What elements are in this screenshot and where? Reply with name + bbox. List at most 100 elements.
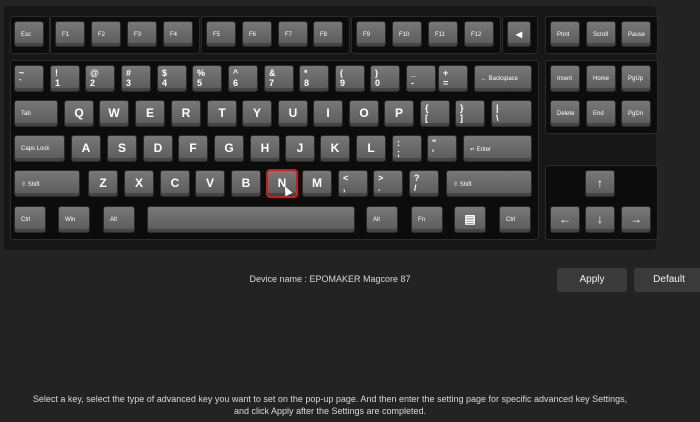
key-rctrl[interactable]: Ctrl [499,206,531,233]
key-f9[interactable]: F9 [356,21,386,47]
key-r[interactable]: R [171,100,201,127]
key-1[interactable]: ! 1 [50,65,80,92]
key-backspace[interactable]: ← Backspace [474,65,532,92]
key-w[interactable]: W [99,100,129,127]
device-name-label: Device name : EPOMAKER Magcore 87 [249,274,411,284]
key-f11[interactable]: F11 [428,21,458,47]
key-d[interactable]: D [143,135,173,162]
key-z[interactable]: Z [88,170,118,197]
key-j[interactable]: J [285,135,315,162]
key-8[interactable]: * 8 [299,65,329,92]
key-v[interactable]: V [195,170,225,197]
key-y[interactable]: Y [242,100,272,127]
key-top-legend: ~ [19,68,25,78]
key-legend: J [296,141,304,155]
key-scroll[interactable]: Scroll [586,21,616,47]
key-pause[interactable]: Pause [621,21,651,47]
key-legend: F11 [435,32,445,38]
key-t[interactable]: T [207,100,237,127]
apply-button[interactable]: Apply [557,268,627,292]
default-button[interactable]: Default [634,268,700,292]
key-lalt[interactable]: Alt [103,206,135,233]
key-top-legend: _ [411,68,417,78]
key-left[interactable]: ← [550,206,580,233]
key-enter[interactable]: ↵ Enter [463,135,532,162]
key-k[interactable]: K [320,135,350,162]
key-delete[interactable]: Delete [550,100,580,127]
key-quote[interactable]: " ' [427,135,457,162]
key-m[interactable]: M [302,170,332,197]
key-esc[interactable]: Esc [14,21,44,47]
key-4[interactable]: $4 [157,65,187,92]
key-f1[interactable]: F1 [55,21,85,47]
key-up[interactable]: ↑ [585,170,615,197]
key-3[interactable]: #3 [121,65,151,92]
key-f7[interactable]: F7 [278,21,308,47]
key-q[interactable]: Q [64,100,94,127]
key-o[interactable]: O [349,100,379,127]
key-semicolon[interactable]: :; [392,135,422,162]
key-menu[interactable]: ▤ [454,206,486,233]
key-tab[interactable]: Tab [14,100,58,127]
key-lctrl[interactable]: Ctrl [14,206,46,233]
key-9[interactable]: (9 [335,65,365,92]
key-i[interactable]: I [313,100,343,127]
key-knob[interactable]: ◂ [507,21,531,47]
key-n-selected[interactable]: N [266,169,298,198]
key-f8[interactable]: F8 [313,21,343,47]
key-f10[interactable]: F10 [392,21,422,47]
key-end[interactable]: End [586,100,616,127]
key-right[interactable]: → [621,206,651,233]
key-pgup[interactable]: PgUp [621,65,651,92]
key-fn[interactable]: Fn [411,206,443,233]
key-6[interactable]: ^ 6 [228,65,258,92]
key-legend: ⇧ Shift [453,182,472,188]
key-space[interactable] [147,206,355,233]
key-legend: Fn [418,217,426,223]
key-down[interactable]: ↓ [585,206,615,233]
key-u[interactable]: U [278,100,308,127]
key-backslash[interactable]: | \ [491,100,532,127]
key-c[interactable]: C [160,170,190,197]
key-7[interactable]: & 7 [264,65,294,92]
key-f3[interactable]: F3 [127,21,157,47]
key-home[interactable]: Home [586,65,616,92]
key-f6[interactable]: F6 [242,21,272,47]
key-rbracket[interactable]: }] [455,100,485,127]
key-x[interactable]: X [124,170,154,197]
key-print[interactable]: Print [550,21,580,47]
key-period[interactable]: >. [373,170,403,197]
key-legend: V [205,176,214,190]
key-s[interactable]: S [107,135,137,162]
key-ralt[interactable]: Alt [366,206,398,233]
key-f12[interactable]: F12 [464,21,494,47]
key-equal[interactable]: + = [438,65,468,92]
key-f5[interactable]: F5 [206,21,236,47]
key-0[interactable]: ) 0 [370,65,400,92]
key-e[interactable]: E [135,100,165,127]
key-lbracket[interactable]: {[ [420,100,450,127]
key-lshift[interactable]: ⇧ Shift [14,170,80,197]
key-f[interactable]: F [178,135,208,162]
key-b[interactable]: B [231,170,261,197]
key-2[interactable]: @2 [85,65,115,92]
key-caps[interactable]: Caps Lock [14,135,65,162]
key-top-legend: ( [340,68,343,78]
key-insert[interactable]: Insert [550,65,580,92]
key-grave[interactable]: ~ ` [14,65,44,92]
key-f4[interactable]: F4 [163,21,193,47]
key-legend: B [241,176,251,190]
key-slash[interactable]: ? / [409,170,439,197]
key-minus[interactable]: _ - [406,65,436,92]
key-p[interactable]: P [384,100,414,127]
key-5[interactable]: % 5 [192,65,222,92]
key-l[interactable]: L [356,135,386,162]
key-comma[interactable]: <, [338,170,368,197]
key-win[interactable]: Win [58,206,90,233]
key-pgdn[interactable]: PgDn [621,100,651,127]
key-rshift[interactable]: ⇧ Shift [446,170,532,197]
key-g[interactable]: G [214,135,244,162]
key-f2[interactable]: F2 [91,21,121,47]
key-h[interactable]: H [250,135,280,162]
key-a[interactable]: A [71,135,101,162]
